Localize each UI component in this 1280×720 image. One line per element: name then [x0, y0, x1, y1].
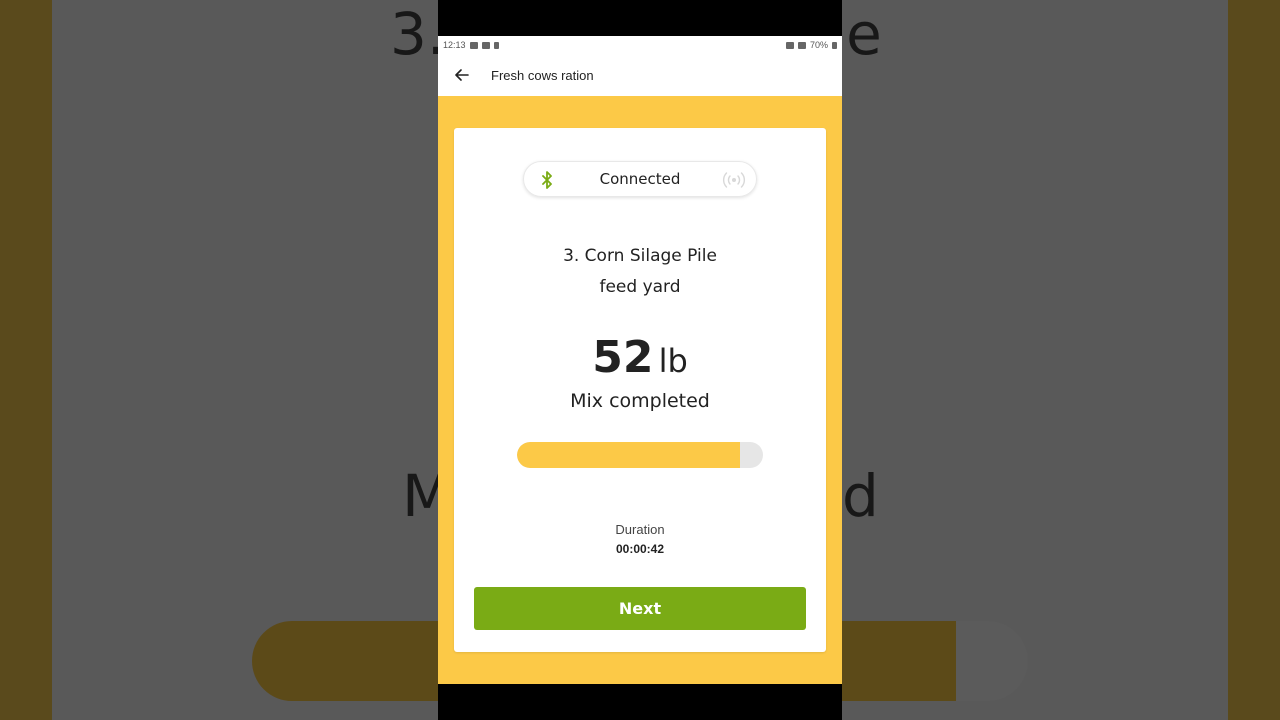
app-bar: Fresh cows ration	[438, 54, 842, 96]
status-time: 12:13	[443, 40, 466, 50]
back-button[interactable]	[438, 54, 486, 96]
wifi-icon	[797, 41, 806, 49]
mix-progress-fill	[517, 442, 741, 468]
video-icon	[469, 41, 478, 49]
mix-progress-bar	[517, 442, 763, 468]
ingredient-title: 3. Corn Silage Pile feed yard	[454, 241, 826, 303]
arrow-left-icon	[455, 69, 469, 81]
background-echo-text: d	[842, 462, 879, 530]
status-bar: 12:13 70%	[438, 36, 842, 54]
mix-card: Connected 3. Corn Silage Pile feed yard …	[454, 128, 826, 652]
next-button[interactable]: Next	[474, 587, 806, 630]
main-content: Connected 3. Corn Silage Pile feed yard …	[438, 96, 842, 684]
image-icon	[481, 41, 490, 49]
page-title: Fresh cows ration	[491, 67, 594, 83]
weight-unit: lb	[658, 342, 688, 380]
connection-status-pill[interactable]: Connected	[523, 161, 757, 197]
broadcast-signal-icon	[722, 172, 746, 188]
mix-status-text: Mix completed	[570, 390, 710, 412]
phone-screen: 12:13 70% Fresh cows ration Connected 3.…	[438, 0, 842, 720]
mute-icon	[785, 41, 794, 49]
duration-label: Duration	[615, 522, 665, 537]
weight-readout: 52 lb	[454, 332, 826, 383]
battery-percent: 70%	[809, 40, 828, 50]
background-right-stripe	[1228, 0, 1280, 720]
notification-icon	[493, 41, 499, 49]
ingredient-name: 3. Corn Silage Pile	[563, 246, 717, 266]
duration-value: 00:00:42	[615, 542, 665, 556]
weight-value: 52	[592, 332, 654, 383]
background-left-stripe	[0, 0, 52, 720]
ingredient-location: feed yard	[599, 277, 681, 297]
battery-icon	[832, 41, 837, 49]
